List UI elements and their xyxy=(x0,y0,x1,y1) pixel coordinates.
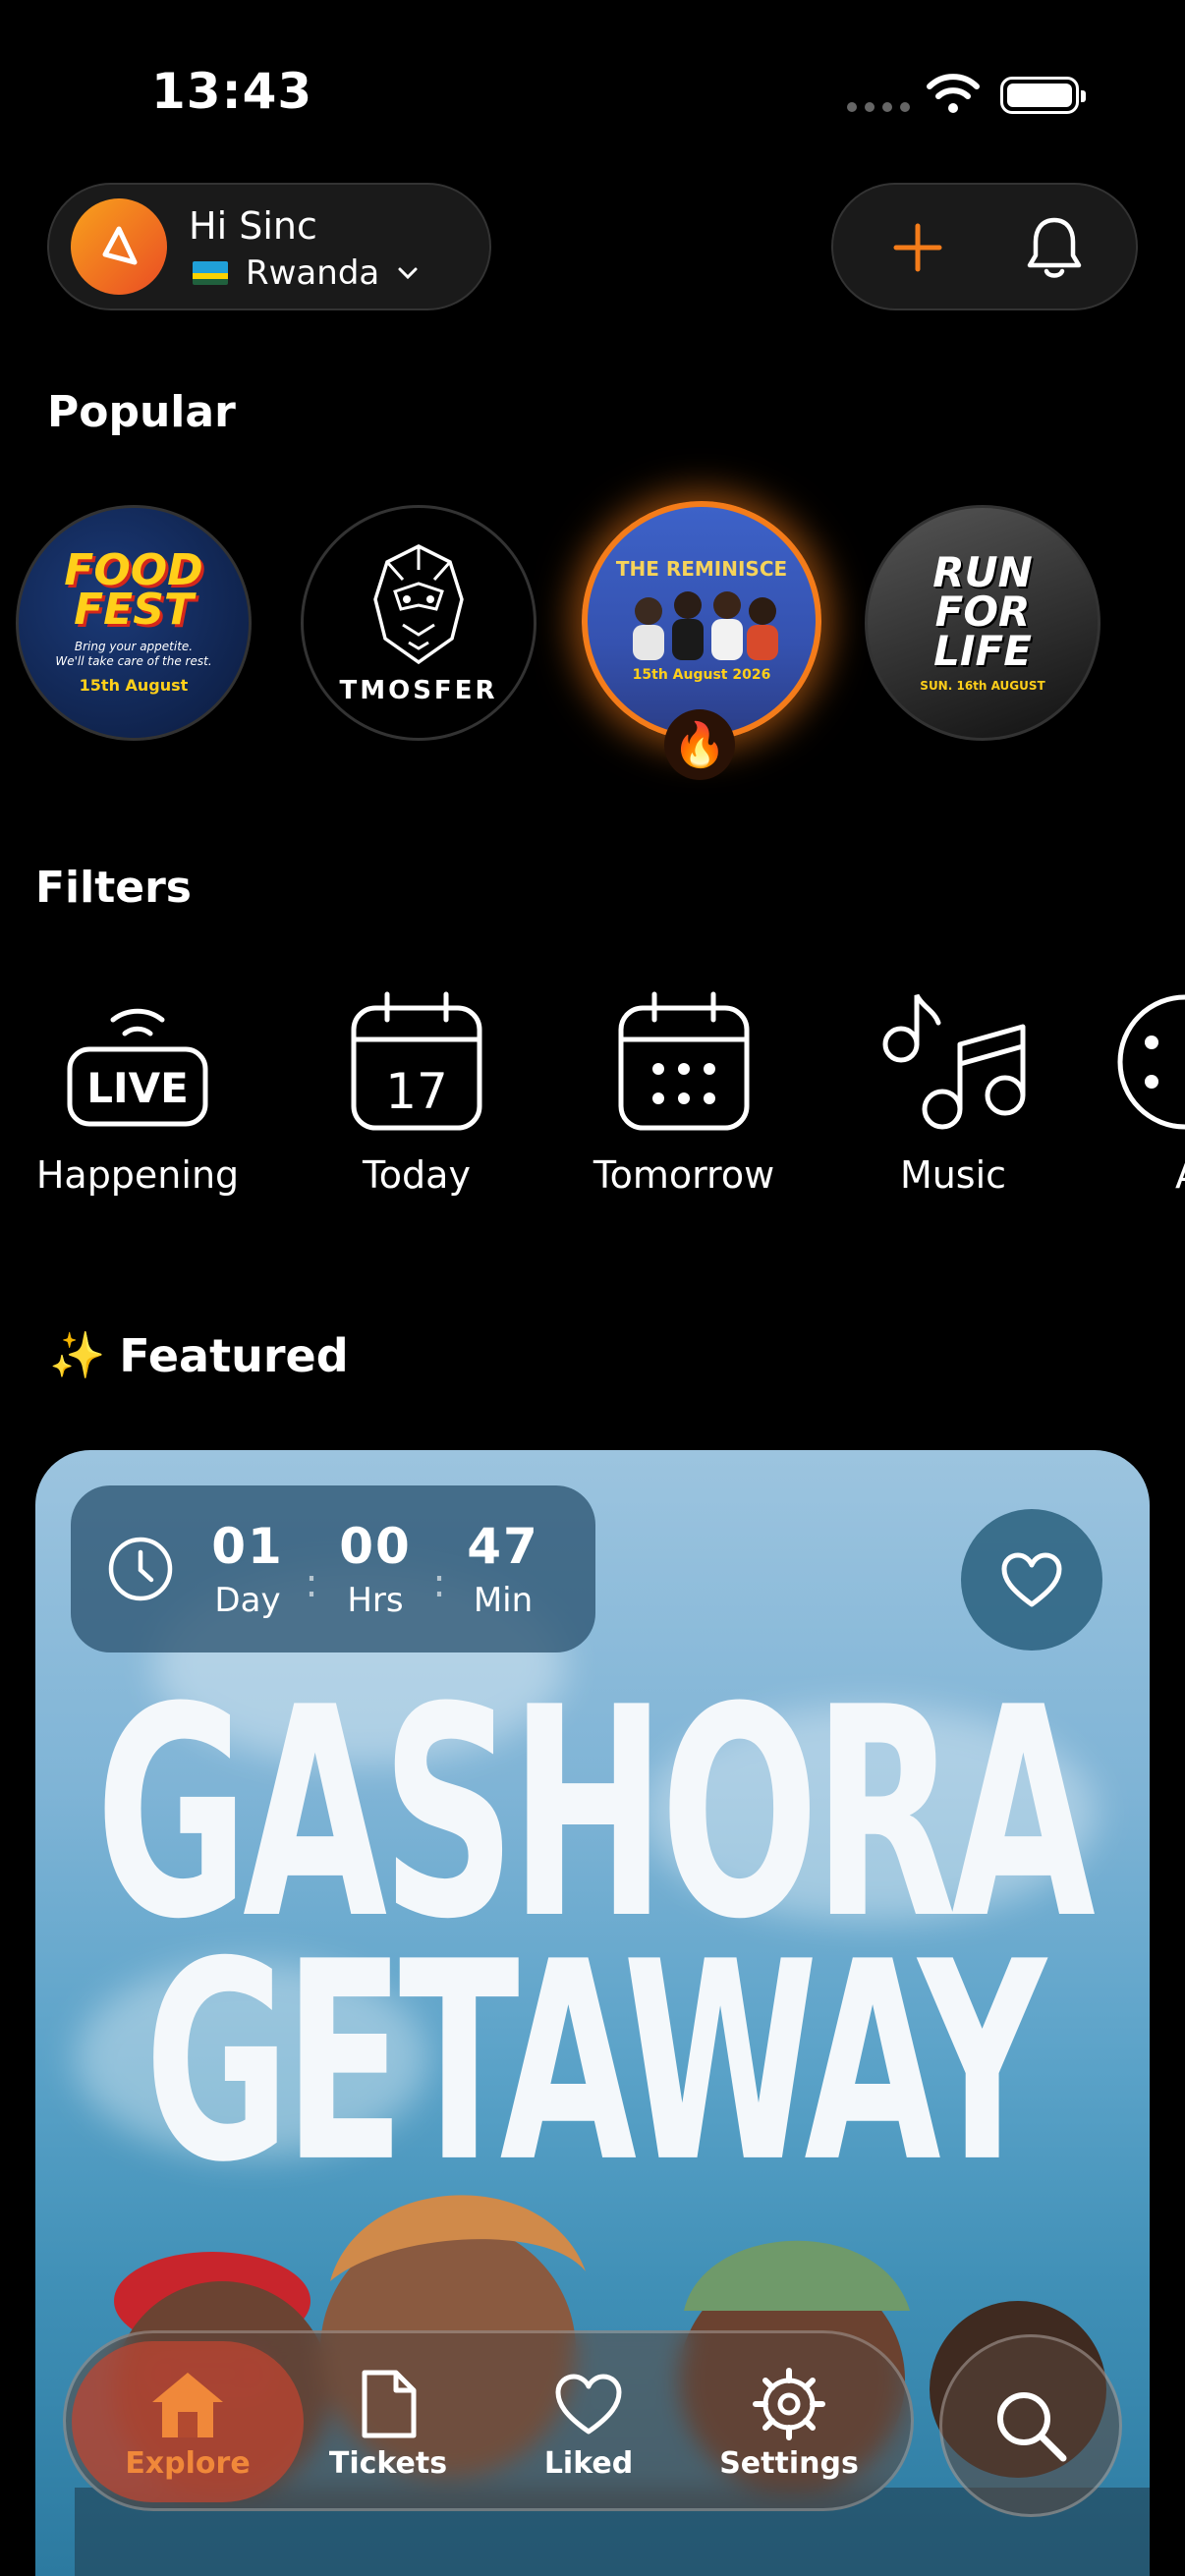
nav-label: Liked xyxy=(543,2445,634,2481)
poster-title: TMOSFER xyxy=(339,676,498,705)
poster-title: RUN FOR LIFE xyxy=(932,548,1033,675)
status-time: 13:43 xyxy=(151,63,313,120)
heart-icon xyxy=(549,2368,628,2440)
filter-arts[interactable]: A xyxy=(1108,982,1185,1197)
bottom-navigation: Explore Tickets Liked Settings xyxy=(63,2330,914,2511)
filter-today[interactable]: 17 Today xyxy=(299,982,535,1197)
calendar-today-icon: 17 xyxy=(338,982,495,1140)
countdown-timer: 01 Day : 00 Hrs : 47 Min xyxy=(71,1485,595,1652)
filter-music[interactable]: Music xyxy=(835,982,1071,1197)
nav-liked[interactable]: Liked xyxy=(490,2333,687,2514)
header-actions xyxy=(831,183,1138,310)
popular-event-run-for-life[interactable]: RUN FOR LIFE SUN. 16th AUGUST xyxy=(865,505,1100,741)
poster-title: FOOD FEST xyxy=(64,545,203,635)
filter-label: Happening xyxy=(35,1153,240,1197)
plus-icon xyxy=(893,223,942,272)
avatar[interactable] xyxy=(71,198,167,295)
countdown-hours: 00 Hrs xyxy=(339,1518,412,1620)
poster-date: 15th August xyxy=(79,675,189,695)
poster-tagline: Bring your appetite. We'll take care of … xyxy=(55,639,212,669)
notifications-bell-icon[interactable] xyxy=(1022,214,1087,281)
clock-icon xyxy=(108,1537,173,1601)
popular-event-food-fest[interactable]: FOOD FEST Bring your appetite. We'll tak… xyxy=(16,505,252,741)
live-icon: LIVE xyxy=(59,982,216,1140)
svg-text:LIVE: LIVE xyxy=(86,1064,189,1112)
filter-label: Today xyxy=(363,1153,471,1197)
location-selector[interactable]: Hi Sinc Rwanda xyxy=(47,183,491,310)
sparkle-icon: ✨ xyxy=(49,1328,106,1381)
nav-explore[interactable]: Explore xyxy=(89,2333,286,2514)
ticket-icon xyxy=(349,2368,427,2440)
search-icon xyxy=(997,2392,1067,2462)
gear-icon xyxy=(750,2367,828,2440)
chevron-down-icon xyxy=(398,267,418,280)
filters-section-title: Filters xyxy=(35,863,192,913)
poster-date: 15th August 2026 xyxy=(632,667,771,683)
poster-title: THE REMINISCE xyxy=(615,557,788,581)
country-selector[interactable]: Rwanda xyxy=(193,253,419,293)
filter-label: A xyxy=(1108,1153,1185,1197)
popular-event-tmosfer[interactable]: TMOSFER xyxy=(301,505,536,741)
rwanda-flag-icon xyxy=(193,261,228,285)
app-logo-icon xyxy=(102,226,138,265)
svg-text:17: 17 xyxy=(385,1063,448,1120)
country-name: Rwanda xyxy=(246,253,380,293)
search-button[interactable] xyxy=(939,2334,1122,2517)
heart-icon xyxy=(1001,1552,1062,1607)
filter-happening[interactable]: LIVE Happening xyxy=(20,982,255,1197)
nav-label: Explore xyxy=(125,2445,251,2481)
trending-fire-badge: 🔥 xyxy=(664,709,735,780)
countdown-days: 01 Day xyxy=(211,1518,284,1620)
filter-label: Music xyxy=(899,1153,1007,1197)
featured-title-text: Featured xyxy=(119,1328,349,1382)
wifi-icon xyxy=(927,74,980,113)
filter-label: Tomorrow xyxy=(592,1153,775,1197)
nav-tickets[interactable]: Tickets xyxy=(290,2333,486,2514)
nav-settings[interactable]: Settings xyxy=(691,2333,887,2514)
greeting-text: Hi Sinc xyxy=(189,204,317,248)
poster-date: SUN. 16th AUGUST xyxy=(920,678,1045,693)
cellular-signal-icon xyxy=(847,102,910,112)
battery-icon xyxy=(1000,77,1086,114)
add-event-button[interactable] xyxy=(888,218,947,277)
filter-tomorrow[interactable]: Tomorrow xyxy=(566,982,802,1197)
arts-icon xyxy=(1108,982,1185,1140)
nav-label: Tickets xyxy=(328,2445,448,2481)
like-event-button[interactable] xyxy=(961,1509,1102,1651)
status-bar: 13:43 xyxy=(0,0,1185,187)
music-icon xyxy=(875,982,1032,1140)
poster-artists-image xyxy=(633,591,778,660)
gorilla-logo-icon xyxy=(373,544,464,665)
calendar-tomorrow-icon xyxy=(605,982,762,1140)
featured-section-title: ✨ Featured xyxy=(49,1328,349,1382)
popular-event-reminisce[interactable]: THE REMINISCE 15th August 2026 xyxy=(582,501,821,741)
countdown-minutes: 47 Min xyxy=(467,1518,539,1620)
popular-section-title: Popular xyxy=(47,387,236,437)
nav-label: Settings xyxy=(719,2445,859,2481)
home-icon xyxy=(148,2368,227,2440)
